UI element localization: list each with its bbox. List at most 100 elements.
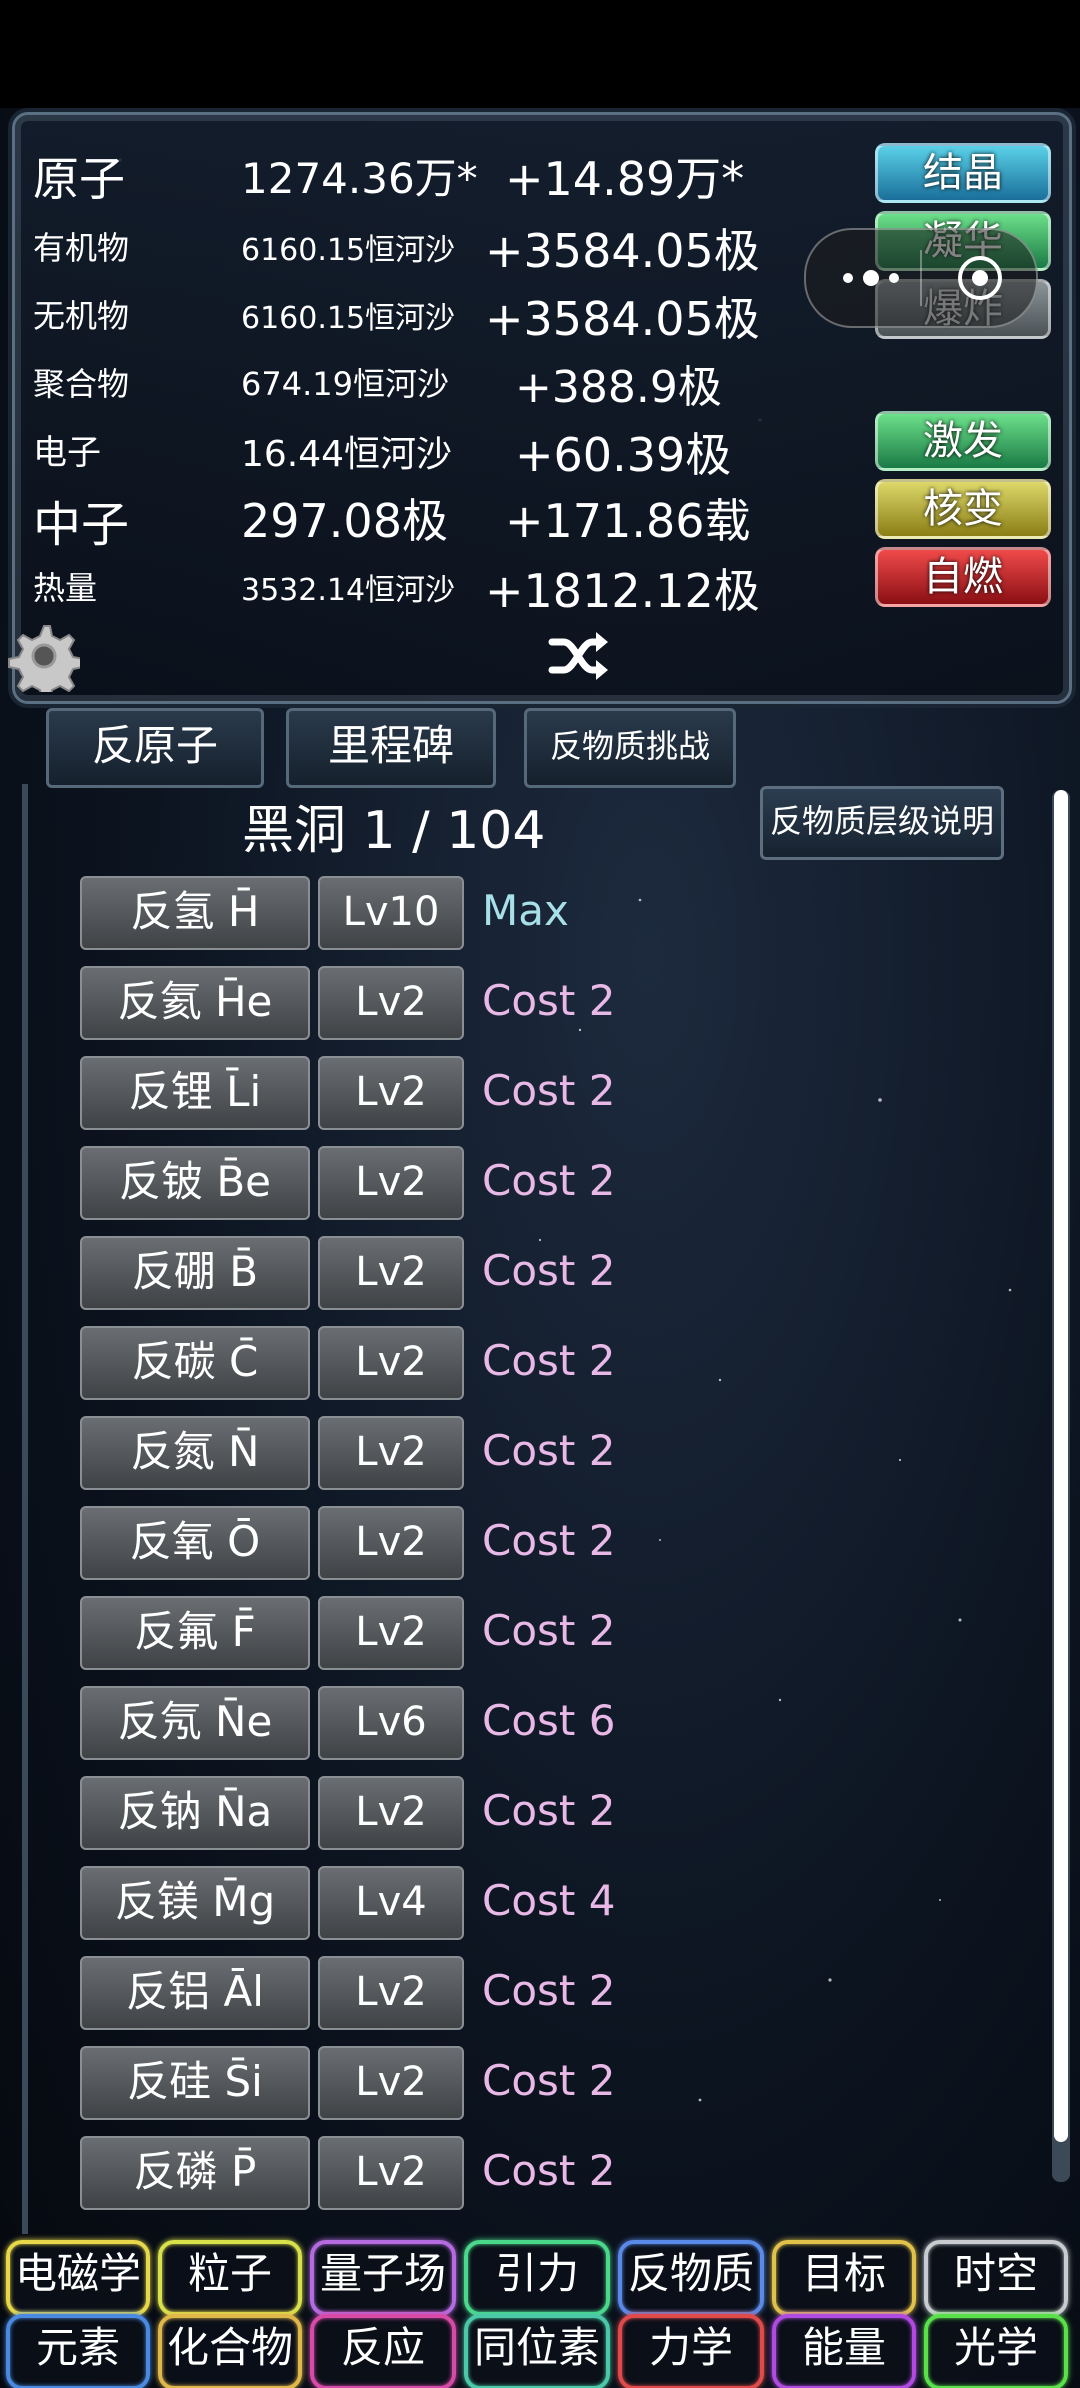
resource-amount: 297.08极 [241, 494, 448, 548]
level-button[interactable]: Lv4 [318, 1866, 464, 1940]
cost-label: Cost 2 [482, 2056, 616, 2105]
resource-name: 原子 [33, 152, 125, 206]
level-button[interactable]: Lv10 [318, 876, 464, 950]
cost-label: Cost 2 [482, 1516, 616, 1565]
resource-amount: 674.19恒河沙 [241, 365, 449, 403]
resource-row-organic: 有机物 6160.15恒河沙 +3584.05极 [15, 215, 815, 279]
antimatter-item-button[interactable]: 反氧 Ō [80, 1506, 310, 1580]
nav-spacetime[interactable]: 时空 [924, 2240, 1068, 2316]
nav-electromagnetism[interactable]: 电磁学 [6, 2240, 150, 2316]
level-button[interactable]: Lv2 [318, 2046, 464, 2120]
antimatter-item-button[interactable]: 反硼 B̄ [80, 1236, 310, 1310]
black-hole-level-title: 黑洞 1 / 104 [242, 801, 546, 861]
level-button[interactable]: Lv2 [318, 1776, 464, 1850]
cost-label: Cost 2 [482, 1606, 616, 1655]
resource-name: 聚合物 [33, 365, 130, 403]
resource-row-atom: 原子 1274.36万* +14.89万* [15, 143, 815, 207]
nav-particle[interactable]: 粒子 [158, 2240, 302, 2316]
more-options-icon[interactable] [836, 258, 906, 298]
antimatter-item-button[interactable]: 反氮 N̄ [80, 1416, 310, 1490]
cost-label: Max [482, 886, 569, 935]
resource-rate: +60.39极 [515, 428, 732, 482]
nav-optics[interactable]: 光学 [924, 2314, 1068, 2388]
antimatter-item-button[interactable]: 反铍 B̄e [80, 1146, 310, 1220]
antimatter-item-button[interactable]: 反氖 N̄e [80, 1686, 310, 1760]
resource-rate: +3584.05极 [485, 292, 760, 346]
level-button[interactable]: Lv2 [318, 1416, 464, 1490]
level-button[interactable]: Lv6 [318, 1686, 464, 1760]
resource-row-inorganic: 无机物 6160.15恒河沙 +3584.05极 [15, 283, 815, 347]
antimatter-level-info-button[interactable]: 反物质层级说明 [760, 786, 1004, 860]
excite-button[interactable]: 激发 [875, 411, 1051, 471]
level-button[interactable]: Lv2 [318, 966, 464, 1040]
level-button[interactable]: Lv2 [318, 1236, 464, 1310]
status-bar [0, 0, 1080, 108]
nav-antimatter[interactable]: 反物质 [618, 2240, 764, 2316]
antimatter-item-button[interactable]: 反钠 N̄a [80, 1776, 310, 1850]
resource-amount: 3532.14恒河沙 [241, 573, 456, 608]
level-button[interactable]: Lv2 [318, 1326, 464, 1400]
level-button[interactable]: Lv2 [318, 2136, 464, 2210]
tab-milestone[interactable]: 里程碑 [286, 708, 496, 788]
cost-label: Cost 2 [482, 1066, 616, 1115]
crystal-button[interactable]: 结晶 [875, 143, 1051, 203]
level-button[interactable]: Lv2 [318, 1056, 464, 1130]
resource-rate: +1812.12极 [485, 564, 760, 618]
resource-row-polymer: 聚合物 674.19恒河沙 +388.9极 [15, 351, 815, 415]
cost-label: Cost 2 [482, 1156, 616, 1205]
cost-label: Cost 2 [482, 1786, 616, 1835]
resource-rate: +388.9极 [515, 362, 722, 413]
nav-gravity[interactable]: 引力 [464, 2240, 610, 2316]
cost-label: Cost 2 [482, 976, 616, 1025]
resource-amount: 16.44恒河沙 [241, 434, 453, 475]
resource-name: 有机物 [33, 229, 130, 267]
miniprogram-capsule [804, 228, 1038, 328]
cost-label: Cost 2 [482, 2146, 616, 2195]
resource-name: 中子 [33, 497, 130, 553]
antimatter-item-button[interactable]: 反铝 Āl [80, 1956, 310, 2030]
level-button[interactable]: Lv2 [318, 1956, 464, 2030]
antimatter-item-button[interactable]: 反硅 S̄i [80, 2046, 310, 2120]
resource-amount: 6160.15恒河沙 [241, 233, 456, 268]
antimatter-item-button[interactable]: 反碳 C̄ [80, 1326, 310, 1400]
nav-reaction[interactable]: 反应 [310, 2314, 456, 2388]
nav-compound[interactable]: 化合物 [158, 2314, 302, 2388]
resource-rate: +3584.05极 [485, 224, 760, 278]
nav-goal[interactable]: 目标 [772, 2240, 916, 2316]
antimatter-item-button[interactable]: 反氦 H̄e [80, 966, 310, 1040]
level-button[interactable]: Lv2 [318, 1506, 464, 1580]
antimatter-item-button[interactable]: 反氟 F̄ [80, 1596, 310, 1670]
tab-antimatter-challenge[interactable]: 反物质挑战 [524, 708, 736, 788]
shuffle-icon[interactable] [548, 628, 610, 684]
nav-mechanics[interactable]: 力学 [618, 2314, 764, 2388]
level-button[interactable]: Lv2 [318, 1596, 464, 1670]
antimatter-item-button[interactable]: 反锂 L̄i [80, 1056, 310, 1130]
resource-name: 热量 [33, 569, 98, 607]
resource-name: 电子 [33, 433, 101, 473]
cost-label: Cost 2 [482, 1246, 616, 1295]
resource-row-neutron: 中子 297.08极 +171.86载 [15, 485, 815, 553]
cost-label: Cost 4 [482, 1876, 616, 1925]
nav-quantum-field[interactable]: 量子场 [310, 2240, 456, 2316]
nav-element[interactable]: 元素 [6, 2314, 150, 2388]
cost-label: Cost 2 [482, 1426, 616, 1475]
tab-antiatom[interactable]: 反原子 [46, 708, 264, 788]
resource-amount: 1274.36万* [241, 154, 478, 203]
antimatter-item-button[interactable]: 反氢 H̄ [80, 876, 310, 950]
resource-rate: +14.89万* [505, 152, 745, 206]
resource-row-electron: 电子 16.44恒河沙 +60.39极 [15, 419, 815, 483]
resource-amount: 6160.15恒河沙 [241, 301, 456, 336]
antimatter-item-button[interactable]: 反磷 P̄ [80, 2136, 310, 2210]
resource-rate: +171.86载 [505, 494, 751, 548]
cost-label: Cost 2 [482, 1966, 616, 2015]
scrollbar-thumb[interactable] [1054, 790, 1068, 2142]
nav-isotope[interactable]: 同位素 [464, 2314, 610, 2388]
fission-button[interactable]: 核变 [875, 479, 1051, 539]
nav-energy[interactable]: 能量 [772, 2314, 916, 2388]
ignite-button[interactable]: 自燃 [875, 547, 1051, 607]
level-button[interactable]: Lv2 [318, 1146, 464, 1220]
close-miniprogram-icon[interactable] [956, 254, 1004, 302]
gear-icon[interactable] [8, 620, 80, 692]
cost-label: Cost 2 [482, 1336, 616, 1385]
antimatter-item-button[interactable]: 反镁 M̄g [80, 1866, 310, 1940]
